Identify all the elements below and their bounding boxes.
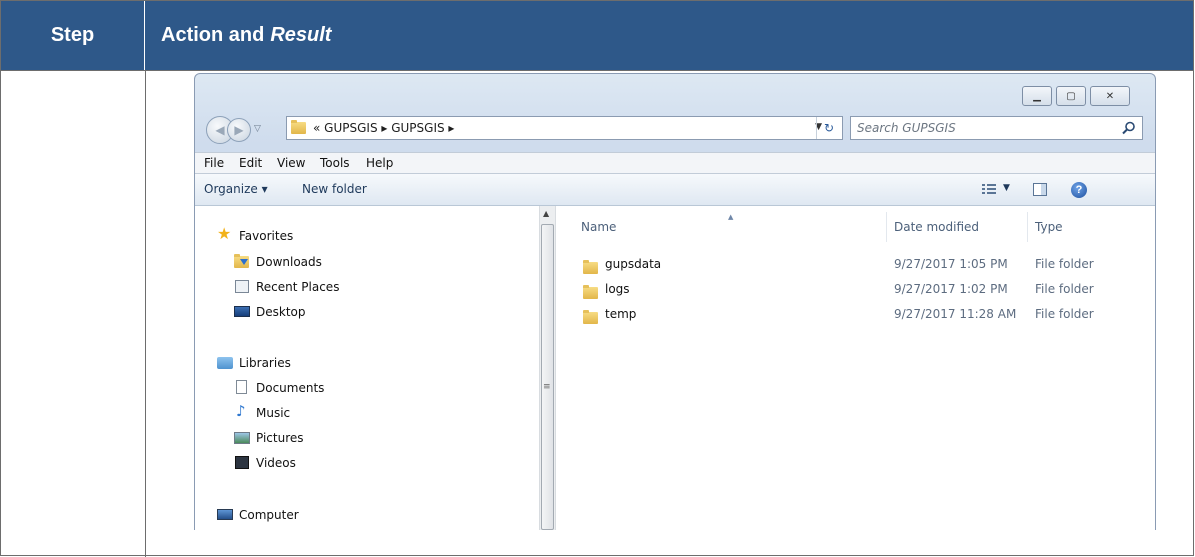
result-header-text: Result (270, 24, 332, 46)
step-header-text: Step (50, 24, 95, 46)
folder-icon (583, 258, 599, 274)
star-icon: ★ (217, 224, 232, 243)
nav-documents[interactable]: Documents (234, 380, 325, 395)
downloads-icon (234, 254, 250, 269)
menu-view[interactable]: View (277, 156, 305, 170)
file-date: 9/27/2017 1:02 PM (894, 282, 1008, 296)
computer-icon (217, 508, 233, 522)
music-icon: ♪ (236, 402, 246, 420)
table-row[interactable]: logs 9/27/2017 1:02 PM File folder (556, 278, 1155, 302)
minimize-button[interactable]: ▁ (1022, 86, 1052, 106)
search-input[interactable]: Search GUPSGIS (850, 116, 1143, 140)
nav-downloads-label: Downloads (256, 255, 322, 269)
file-type: File folder (1035, 282, 1094, 296)
new-folder-button[interactable]: New folder (302, 182, 367, 196)
breadcrumb-path[interactable]: GUPSGIS ▸ GUPSGIS ▸ (324, 121, 454, 135)
file-name: logs (605, 282, 630, 296)
column-separator[interactable] (1027, 212, 1028, 242)
content-area: ★ Favorites Downloads Recent Places Deskt… (195, 206, 1155, 530)
command-bar: Organize ▾ New folder ▼ ? (195, 174, 1155, 206)
maximize-button[interactable]: ▢ (1056, 86, 1086, 106)
nav-videos[interactable]: Videos (234, 456, 296, 470)
nav-recent-places[interactable]: Recent Places (234, 280, 339, 294)
file-name: gupsdata (605, 257, 662, 271)
help-icon[interactable]: ? (1071, 182, 1087, 198)
nav-documents-label: Documents (256, 381, 325, 395)
search-placeholder: Search GUPSGIS (857, 121, 956, 135)
view-options-icon[interactable] (982, 183, 996, 195)
file-name: temp (605, 307, 637, 321)
folder-icon (583, 283, 599, 299)
recent-pages-dropdown-icon[interactable]: ▽ (254, 124, 261, 134)
action-column-header: Action and Result (161, 1, 331, 70)
refresh-button[interactable]: ↻ (816, 117, 841, 139)
explorer-window: ▁ ▢ ✕ ◀ ▶ ▽ « GUPSGIS ▸ GUPSGIS ▸ ▼ ↻ Se… (194, 73, 1156, 530)
scroll-up-icon[interactable]: ▲ (543, 209, 549, 218)
refresh-icon: ↻ (823, 121, 835, 135)
nav-computer-label: Computer (239, 508, 299, 522)
file-date: 9/27/2017 11:28 AM (894, 307, 1017, 321)
nav-videos-label: Videos (256, 456, 296, 470)
file-list: ▲ Name Date modified Type gupsdata 9/27/… (556, 206, 1155, 530)
address-bar[interactable]: « GUPSGIS ▸ GUPSGIS ▸ ▼ (286, 116, 843, 140)
desktop-icon (234, 305, 250, 319)
menu-edit[interactable]: Edit (239, 156, 262, 170)
recent-places-icon (234, 280, 250, 294)
file-type: File folder (1035, 257, 1094, 271)
view-dropdown-icon[interactable]: ▼ (1003, 183, 1010, 193)
menu-bar: File Edit View Tools Help (195, 152, 1155, 174)
navigation-pane: ★ Favorites Downloads Recent Places Deskt… (195, 206, 539, 530)
breadcrumb-overflow[interactable]: « (313, 121, 320, 135)
menu-tools[interactable]: Tools (320, 156, 350, 170)
column-separator[interactable] (886, 212, 887, 242)
maximize-icon: ▢ (1066, 90, 1076, 102)
close-icon: ✕ (1105, 90, 1115, 102)
nav-libraries-label: Libraries (239, 356, 291, 370)
menu-help[interactable]: Help (366, 156, 393, 170)
breadcrumb[interactable]: « GUPSGIS ▸ GUPSGIS ▸ (313, 121, 454, 135)
table-row[interactable]: gupsdata 9/27/2017 1:05 PM File folder (556, 253, 1155, 277)
nav-music[interactable]: ♪ Music (234, 402, 291, 420)
nav-desktop-label: Desktop (256, 305, 306, 319)
documents-icon (234, 380, 250, 395)
step-column-header: Step (1, 1, 145, 70)
action-header-text: Action and (161, 24, 265, 46)
pictures-icon (234, 431, 250, 445)
search-icon[interactable] (1122, 121, 1136, 135)
organize-button[interactable]: Organize ▾ (204, 182, 268, 196)
menu-file[interactable]: File (204, 156, 224, 170)
minimize-icon: ▁ (1033, 90, 1041, 102)
close-button[interactable]: ✕ (1090, 86, 1130, 106)
column-header-name[interactable]: Name (581, 220, 616, 234)
folder-icon (291, 120, 307, 135)
libraries-icon (217, 356, 233, 370)
table-header: Step Action and Result (1, 1, 1193, 71)
nav-favorites[interactable]: ★ Favorites (217, 224, 294, 244)
sort-ascending-icon: ▲ (728, 213, 734, 221)
nav-favorites-label: Favorites (239, 229, 294, 243)
forward-button[interactable]: ▶ (227, 118, 251, 142)
nav-recent-places-label: Recent Places (256, 280, 340, 294)
navigation-scrollbar[interactable]: ▲ ≡ (539, 206, 556, 530)
file-type: File folder (1035, 307, 1094, 321)
nav-computer[interactable]: Computer (217, 508, 299, 522)
scrollbar-thumb[interactable] (541, 224, 554, 530)
column-divider (145, 71, 146, 557)
nav-pictures[interactable]: Pictures (234, 431, 304, 445)
folder-icon (583, 308, 599, 324)
forward-arrow-icon: ▶ (234, 123, 244, 137)
nav-music-label: Music (256, 406, 291, 420)
nav-downloads[interactable]: Downloads (234, 254, 322, 269)
column-header-type[interactable]: Type (1035, 220, 1063, 234)
nav-pictures-label: Pictures (256, 431, 304, 445)
preview-pane-icon[interactable] (1033, 183, 1047, 196)
column-header-date-modified[interactable]: Date modified (894, 220, 979, 234)
videos-icon (234, 456, 250, 470)
nav-libraries[interactable]: Libraries (217, 356, 291, 370)
file-date: 9/27/2017 1:05 PM (894, 257, 1008, 271)
scroll-grip-icon: ≡ (543, 382, 551, 392)
nav-desktop[interactable]: Desktop (234, 305, 306, 319)
table-row[interactable]: temp 9/27/2017 11:28 AM File folder (556, 303, 1155, 327)
